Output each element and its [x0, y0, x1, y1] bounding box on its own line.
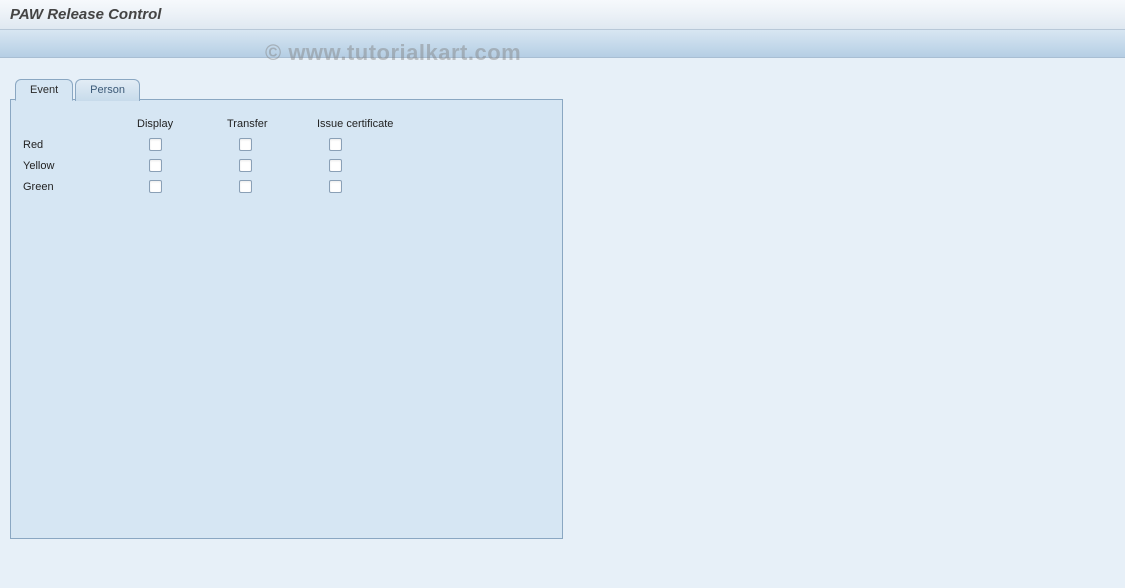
cell-yellow-issue	[311, 159, 441, 172]
row-label-yellow: Yellow	[21, 160, 131, 172]
cell-yellow-transfer	[221, 159, 311, 172]
checkbox-red-display[interactable]	[149, 138, 162, 151]
tab-event[interactable]: Event	[15, 79, 73, 101]
checkbox-red-issue[interactable]	[329, 138, 342, 151]
page-title: PAW Release Control	[10, 6, 161, 23]
tabstrip: Event Person	[15, 78, 1115, 100]
cell-red-transfer	[221, 138, 311, 151]
checkbox-green-display[interactable]	[149, 180, 162, 193]
cell-yellow-display	[131, 159, 221, 172]
checkbox-yellow-display[interactable]	[149, 159, 162, 172]
tab-panel-event: Display Transfer Issue certificate Red Y…	[10, 99, 563, 539]
title-bar: PAW Release Control	[0, 0, 1125, 30]
release-grid: Display Transfer Issue certificate Red Y…	[21, 118, 552, 193]
cell-red-display	[131, 138, 221, 151]
tab-person[interactable]: Person	[75, 79, 140, 101]
application-toolbar	[0, 30, 1125, 58]
col-issue: Issue certificate	[311, 118, 441, 130]
col-transfer: Transfer	[221, 118, 311, 130]
cell-green-issue	[311, 180, 441, 193]
checkbox-green-transfer[interactable]	[239, 180, 252, 193]
checkbox-yellow-transfer[interactable]	[239, 159, 252, 172]
checkbox-green-issue[interactable]	[329, 180, 342, 193]
checkbox-red-transfer[interactable]	[239, 138, 252, 151]
main-area: © www.tutorialkart.com Event Person Disp…	[0, 58, 1125, 588]
cell-red-issue	[311, 138, 441, 151]
cell-green-display	[131, 180, 221, 193]
row-label-red: Red	[21, 139, 131, 151]
checkbox-yellow-issue[interactable]	[329, 159, 342, 172]
row-label-green: Green	[21, 181, 131, 193]
col-display: Display	[131, 118, 221, 130]
cell-green-transfer	[221, 180, 311, 193]
